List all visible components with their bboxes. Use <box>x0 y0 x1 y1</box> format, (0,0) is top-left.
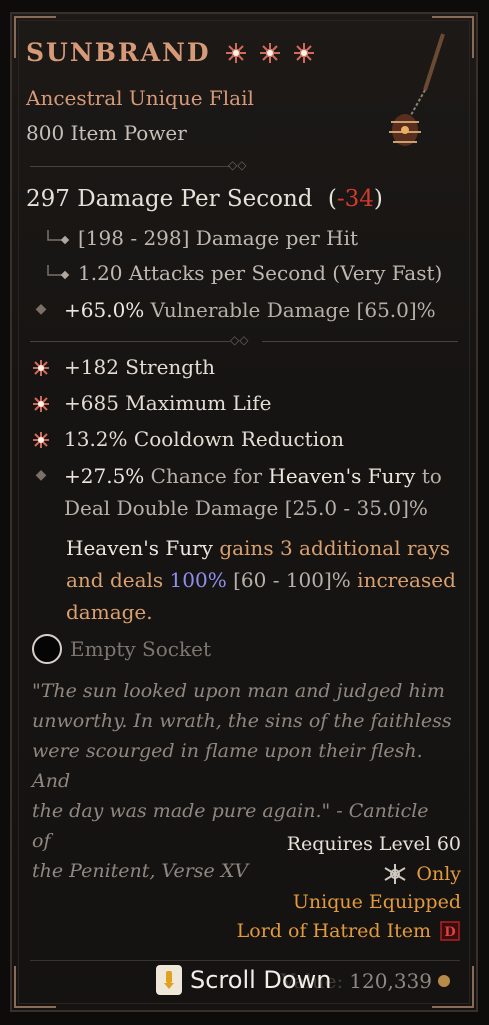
affix-life: +685 Maximum Life <box>32 391 271 415</box>
unique-power: Heaven's Fury gains 3 additional rays an… <box>66 532 456 628</box>
affix-line: ◆ +27.5% Chance for Heaven's Fury to <box>32 464 442 488</box>
flavor-line: unworthy. In wrath, the sins of the fait… <box>32 710 452 732</box>
tree-branch-icon <box>44 264 70 282</box>
affix-value: +27.5% <box>64 464 145 488</box>
expansion-requirement: Lord of Hatred Item D <box>237 920 461 942</box>
unique-skill: Heaven's Fury <box>66 536 213 560</box>
dps-value: 297 <box>26 186 70 212</box>
class-restriction: Only <box>382 862 461 886</box>
affix-strength: +182 Strength <box>32 355 215 379</box>
damage-per-hit: [198 - 298] Damage per Hit <box>78 226 359 250</box>
affix-text-1: Chance for <box>150 464 263 488</box>
unique-text-c: increased <box>357 568 456 592</box>
unique-power-line-2: and deals 100% [60 - 100]% increased <box>66 564 456 596</box>
implicit-affix: ◆ +65.0% Vulnerable Damage [65.0]% <box>32 298 436 322</box>
dps-diff: -34 <box>336 186 374 212</box>
attacks-per-second: 1.20 Attacks per Second (Very Fast) <box>78 261 443 285</box>
unique-text-d: damage. <box>66 600 153 624</box>
sell-amount: 120,339 <box>349 969 432 993</box>
affix-text: +685 Maximum Life <box>64 391 272 415</box>
empty-socket: Empty Socket <box>32 634 211 664</box>
divider-ornament: ◇◇ <box>228 158 247 172</box>
flavor-line: were scourged in flame upon their flesh.… <box>32 740 423 792</box>
star-icon <box>225 42 246 63</box>
lord-label: Lord of Hatred Item <box>236 920 431 942</box>
greater-affix-icon <box>33 396 49 412</box>
damage-per-second: 297 Damage Per Second (-34) <box>26 186 383 212</box>
affix-text-2: to <box>421 464 442 488</box>
dps-diff-close: ) <box>373 186 383 212</box>
dps-label: Damage Per Second <box>77 186 313 212</box>
unique-text-a: gains 3 additional rays <box>219 536 451 560</box>
unique-equipped: Unique Equipped <box>292 891 461 913</box>
gold-coin-icon <box>438 975 450 987</box>
expansion-icon: D <box>440 921 460 941</box>
divider-ornament: ◇◇ <box>230 333 249 347</box>
damage-per-hit-line: [198 - 298] Damage per Hit <box>44 226 358 250</box>
corner-ornament <box>14 966 56 1008</box>
class-icon <box>384 864 406 884</box>
item-type: Ancestral Unique Flail <box>26 86 254 110</box>
attacks-per-second-line: 1.20 Attacks per Second (Very Fast) <box>44 261 442 285</box>
greater-affix-stars <box>225 42 315 64</box>
unique-text-b: and deals <box>66 568 164 592</box>
socket-icon <box>32 634 62 664</box>
flavor-line: "The sun looked upon man and judged him <box>32 680 445 702</box>
item-title: SUNBRAND <box>26 38 315 67</box>
dps-diff-open: ( <box>327 186 337 212</box>
divider <box>30 166 230 167</box>
only-label: Only <box>416 863 461 885</box>
divider <box>30 960 460 961</box>
star-icon <box>293 42 314 63</box>
greater-affix-icon <box>33 360 49 376</box>
footer: Value: 120,339 Scroll Down <box>150 963 480 1003</box>
affix-line-2: Deal Double Damage [25.0 - 35.0]% <box>64 496 428 520</box>
tree-branch-icon <box>44 229 70 247</box>
implicit-value: +65.0% <box>64 298 145 322</box>
scroll-down-button[interactable]: Scroll Down <box>156 965 331 995</box>
diamond-bullet-icon: ◆ <box>35 301 47 317</box>
scroll-down-label: Scroll Down <box>190 966 332 994</box>
affix-text: 13.2% Cooldown Reduction <box>64 427 345 451</box>
unique-power-line-1: Heaven's Fury gains 3 additional rays <box>66 532 450 564</box>
unique-range: [60 - 100]% <box>233 568 351 592</box>
requires-level: Requires Level 60 <box>286 833 461 855</box>
svg-text:D: D <box>444 925 455 940</box>
greater-affix-icon <box>33 432 49 448</box>
unique-value: 100% <box>169 568 227 592</box>
affix-text: +182 Strength <box>64 355 216 379</box>
affix-heavens-fury: ◆ +27.5% Chance for Heaven's Fury to Dea… <box>32 464 442 520</box>
implicit-label: Vulnerable Damage [65.0]% <box>150 298 436 322</box>
diamond-bullet-icon: ◆ <box>35 467 47 483</box>
flail-weapon-icon <box>389 33 445 146</box>
item-power: 800 Item Power <box>26 121 187 145</box>
item-name: SUNBRAND <box>26 38 211 67</box>
affix-skill: Heaven's Fury <box>268 464 416 488</box>
divider <box>30 341 230 342</box>
affix-cdr: 13.2% Cooldown Reduction <box>32 427 344 451</box>
scroll-down-icon <box>156 965 182 995</box>
star-icon <box>259 42 280 63</box>
socket-label: Empty Socket <box>70 637 211 661</box>
divider <box>262 341 458 342</box>
